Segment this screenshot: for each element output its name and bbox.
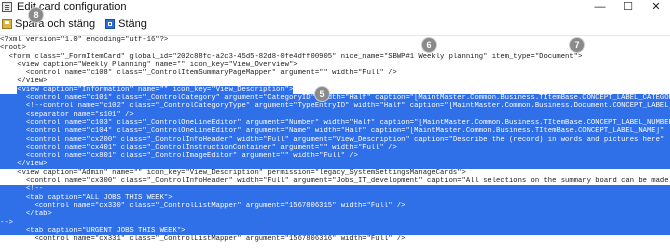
selected-code-text: <control name="cx401" class="_ControlIns… [0, 143, 397, 152]
title-bar: Edit card configuration — ☐ ✕ [0, 0, 670, 13]
close-window-button[interactable]: ✕ [642, 0, 670, 13]
selected-code-text: </view> [0, 160, 48, 169]
selected-code-text: <control name="cx801" class="_ControlIma… [0, 152, 358, 161]
code-line[interactable]: <control name="cx300" class="_ControlInf… [0, 177, 670, 185]
step-marker-8: 8 [29, 8, 43, 22]
selected-code-text: <control name="cx200" class="_ControlInf… [0, 135, 665, 144]
code-line[interactable]: <control name="cx200" class="_ControlInf… [0, 135, 670, 144]
selected-code-text: </tab> [0, 210, 52, 219]
selected-code-text: <!-- [0, 185, 44, 194]
code-line[interactable]: <!-- [0, 185, 670, 194]
selected-code-text: --> [0, 218, 13, 227]
code-text: <control name="cx300" class="_ControlInf… [0, 177, 670, 186]
code-text: <control name="cx331" class="_ControlLis… [0, 235, 406, 244]
selected-code-text: <!--control name="c102" class="_ControlC… [0, 102, 670, 111]
code-text: <form class="_FormItemCard" global_id="2… [0, 52, 583, 61]
code-line[interactable]: <control name="c101" class="_ControlCate… [0, 94, 670, 103]
selected-code-text: <control name="c101" class="_ControlCate… [0, 94, 670, 103]
code-line[interactable]: </tab> [0, 210, 670, 219]
step-marker-7: 7 [570, 38, 584, 52]
code-line[interactable]: <tab caption="URGENT JOBS THIS WEEK"> [0, 226, 670, 236]
code-line[interactable]: <control name="cx330" class="_ControlLis… [0, 201, 670, 211]
code-text: <?xml version="1.0" encoding="utf-16"?> [0, 36, 169, 44]
selected-code-text: <control name="c104" class="_ControlOneL… [0, 127, 665, 136]
code-line[interactable]: <control name="c104" class="_ControlOneL… [0, 127, 670, 136]
code-line[interactable]: <!--control name="c102" class="_ControlC… [0, 102, 670, 111]
close-label: Stäng [118, 18, 147, 30]
save-and-close-button[interactable]: Spara och stäng [2, 18, 95, 30]
toolbar: Spara och stäng Stäng [0, 13, 670, 36]
selected-code-text: <tab caption="ALL JOBS THIS WEEK"> [0, 193, 173, 202]
selected-code-text: <separator name="s101" /> [0, 110, 134, 119]
code-text: <control name="c108" class="_ControlItem… [0, 69, 397, 78]
code-line[interactable]: <tab caption="ALL JOBS THIS WEEK"> [0, 193, 670, 202]
window-controls: — ☐ ✕ [586, 0, 670, 14]
minimize-button[interactable]: — [586, 0, 614, 13]
maximize-button[interactable]: ☐ [614, 0, 642, 13]
code-text: <view caption="Weekly Planning" name="" … [0, 60, 298, 69]
code-line[interactable]: <control name="c103" class="_ControlOneL… [0, 118, 670, 128]
code-line[interactable]: </view> [0, 160, 670, 169]
close-doc-icon [105, 19, 116, 29]
close-button[interactable]: Stäng [105, 18, 147, 30]
code-line[interactable]: <control name="cx331" class="_ControlLis… [0, 235, 670, 243]
code-text: <view caption="Admin" name="" icon_key="… [0, 168, 466, 177]
code-text: <root> [0, 44, 26, 53]
code-line[interactable]: <view caption="Information" name="" icon… [0, 85, 670, 94]
step-marker-5: 5 [315, 87, 329, 101]
xml-editor[interactable]: <?xml version="1.0" encoding="utf-16"?> <… [0, 36, 670, 251]
selected-code-text: <control name="c103" class="_ControlOneL… [0, 118, 670, 127]
code-line[interactable]: <separator name="s101" /> [0, 110, 670, 119]
app-icon [2, 1, 12, 12]
code-line[interactable]: </view> [0, 77, 670, 85]
code-text: </view> [0, 77, 48, 86]
save-and-close-label: Spara och stäng [15, 18, 96, 30]
step-marker-6: 6 [422, 38, 436, 52]
code-line[interactable]: --> [0, 218, 670, 227]
selected-code-text: <view caption="Information" name="" icon… [17, 85, 294, 94]
code-line[interactable]: <view caption="Admin" name="" icon_key="… [0, 169, 670, 177]
save-icon [2, 19, 12, 29]
selected-code-text: <tab caption="URGENT JOBS THIS WEEK"> [0, 226, 186, 235]
code-line[interactable]: <view caption="Weekly Planning" name="" … [0, 61, 670, 69]
selected-code-text: <control name="cx330" class="_ControlLis… [0, 201, 406, 210]
code-line[interactable]: <control name="c108" class="_ControlItem… [0, 69, 670, 77]
code-line[interactable]: <control name="cx801" class="_ControlIma… [0, 152, 670, 161]
code-line[interactable]: <form class="_FormItemCard" global_id="2… [0, 53, 670, 61]
code-line[interactable]: <control name="cx401" class="_ControlIns… [0, 143, 670, 153]
